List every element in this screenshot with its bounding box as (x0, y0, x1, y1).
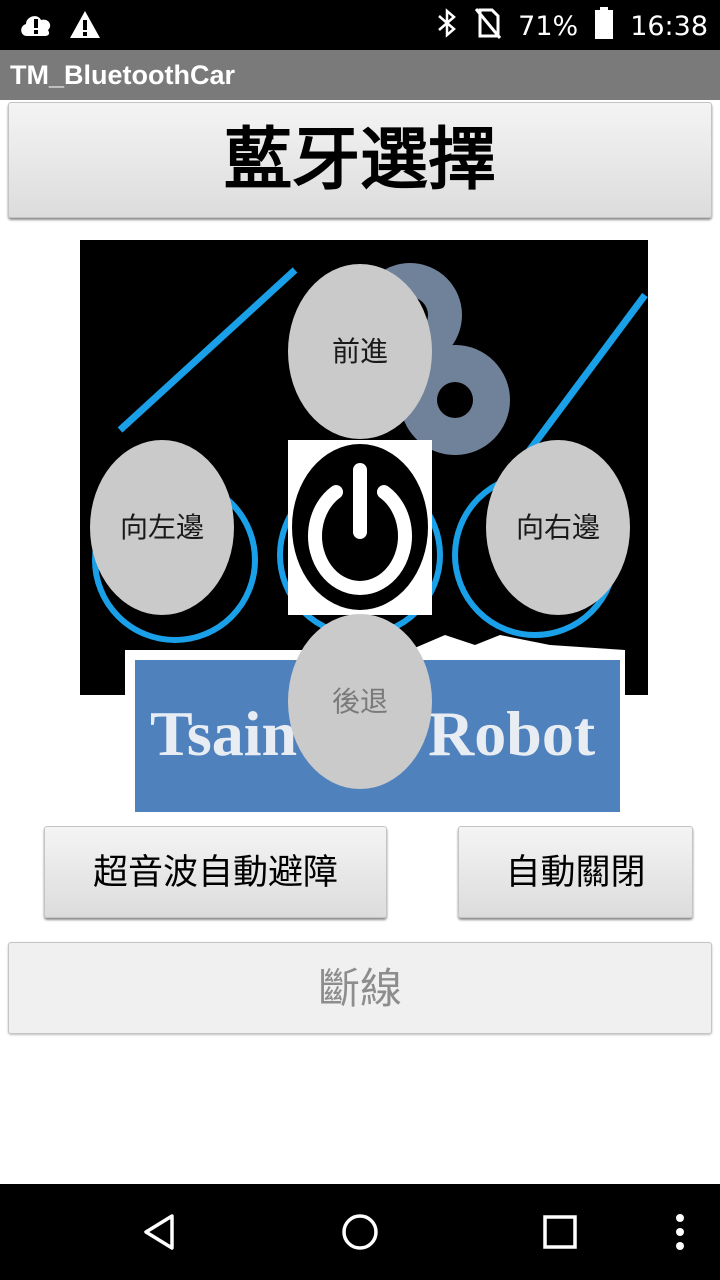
app-title: TM_BluetoothCar (10, 60, 235, 90)
recents-icon[interactable] (510, 1184, 610, 1280)
power-button[interactable] (288, 440, 432, 615)
overflow-menu-icon[interactable] (660, 1184, 700, 1280)
app-title-bar: TM_BluetoothCar (0, 50, 720, 100)
backward-button[interactable]: 後退 (288, 614, 432, 789)
status-bar: 71% 16:38 (0, 0, 720, 50)
auto-off-button[interactable]: 自動關閉 (458, 826, 693, 918)
power-icon (292, 444, 428, 610)
turn-left-button[interactable]: 向左邊 (90, 440, 234, 615)
logo-text-right: Robot (428, 698, 596, 769)
clock: 16:38 (630, 11, 708, 42)
warning-icon (68, 8, 102, 46)
disconnect-button[interactable]: 斷線 (8, 942, 712, 1034)
cloud-alert-icon (18, 8, 54, 46)
navigation-bar (0, 1184, 720, 1280)
ultrasonic-avoidance-button[interactable]: 超音波自動避障 (44, 826, 387, 918)
back-icon[interactable] (110, 1184, 210, 1280)
forward-button[interactable]: 前進 (288, 264, 432, 439)
logo-text-left: Tsain (150, 698, 297, 769)
bluetooth-icon (436, 6, 458, 47)
home-icon[interactable] (310, 1184, 410, 1280)
turn-right-button[interactable]: 向右邊 (486, 440, 630, 615)
bluetooth-select-button[interactable]: 藍牙選擇 (8, 102, 712, 218)
battery-icon (594, 6, 614, 47)
battery-percent: 71% (518, 11, 579, 42)
no-sim-icon (474, 6, 502, 47)
